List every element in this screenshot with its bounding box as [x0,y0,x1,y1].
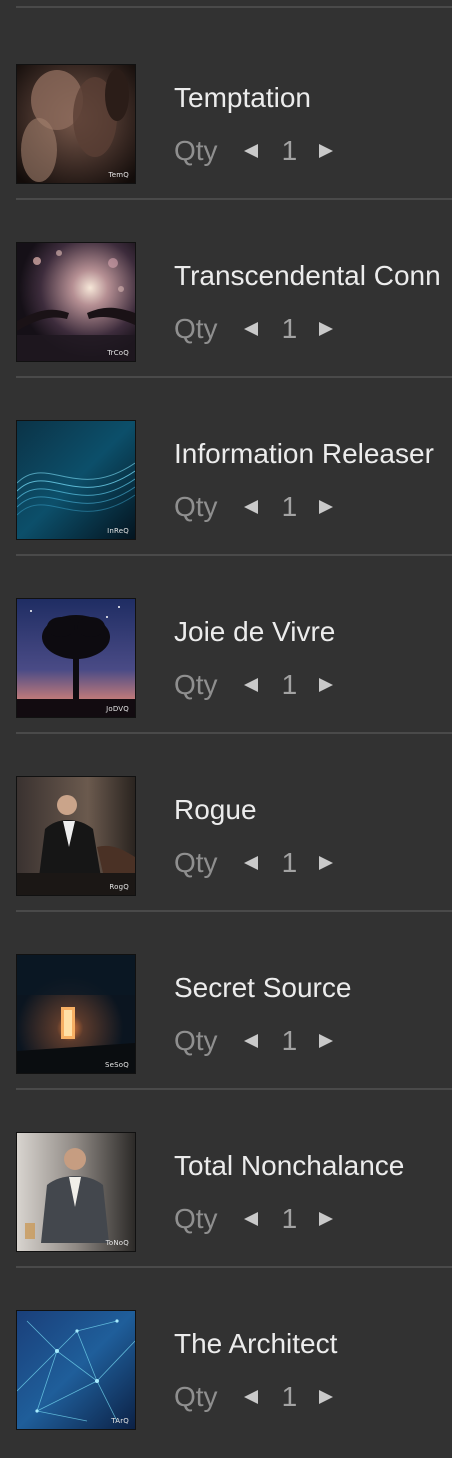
cart-item: TemQ Temptation Qty 1 [0,22,452,200]
qty-value: 1 [281,135,298,166]
product-code: ToNoQ [105,1239,129,1247]
quantity-stepper: Qty 1 [174,1024,334,1058]
product-thumbnail[interactable]: TrCoQ [16,242,136,362]
decrease-qty-icon[interactable] [243,856,258,870]
qty-value: 1 [281,1025,298,1056]
increase-qty-icon[interactable] [319,1034,334,1048]
qty-label: Qty [174,847,218,878]
qty-label: Qty [174,491,218,522]
product-title: Transcendental Conn [174,260,441,291]
decrease-qty-icon[interactable] [243,678,258,692]
product-thumbnail[interactable]: SeSoQ [16,954,136,1074]
product-thumbnail[interactable]: TemQ [16,64,136,184]
qty-value: 1 [281,669,298,700]
qty-value: 1 [281,847,298,878]
product-code: TArQ [111,1417,129,1425]
product-code: TrCoQ [107,349,129,357]
qty-value: 1 [281,1203,298,1234]
cart-item: TArQ The Architect Qty 1 [0,1268,452,1446]
qty-label: Qty [174,135,218,166]
product-thumbnail[interactable]: ToNoQ [16,1132,136,1252]
increase-qty-icon[interactable] [319,856,334,870]
product-title: Information Releaser [174,438,434,469]
product-thumbnail[interactable]: RogQ [16,776,136,896]
qty-label: Qty [174,1203,218,1234]
product-code: InReQ [107,527,129,535]
product-title: Total Nonchalance [174,1150,405,1181]
cart-item: InReQ Information Releaser Qty 1 [0,378,452,556]
cart-item: RogQ Rogue Qty 1 [0,734,452,912]
tree-night-sky-icon [17,599,135,717]
decrease-qty-icon[interactable] [243,1212,258,1226]
divider [16,6,452,8]
qty-value: 1 [281,491,298,522]
qty-label: Qty [174,313,218,344]
quantity-stepper: Qty 1 [174,312,334,346]
hands-light-icon [17,243,135,361]
product-title: The Architect [174,1328,338,1359]
cart-list: TemQ Temptation Qty 1 TrCoQ Transcendent… [0,0,452,1458]
product-title: Joie de Vivre [174,616,336,647]
product-code: RogQ [109,883,129,891]
decrease-qty-icon[interactable] [243,144,258,158]
product-title: Secret Source [174,972,352,1003]
network-grid-icon [17,1311,135,1429]
product-thumbnail[interactable]: TArQ [16,1310,136,1430]
product-code: TemQ [108,171,129,179]
product-code: SeSoQ [105,1061,129,1069]
product-title: Rogue [174,794,257,825]
product-thumbnail[interactable]: JoDVQ [16,598,136,718]
qty-label: Qty [174,1025,218,1056]
qty-value: 1 [281,1381,298,1412]
decrease-qty-icon[interactable] [243,1034,258,1048]
decrease-qty-icon[interactable] [243,500,258,514]
cart-item: JoDVQ Joie de Vivre Qty 1 [0,556,452,734]
glowing-doorway-icon [17,955,135,1073]
product-thumbnail[interactable]: InReQ [16,420,136,540]
product-code: JoDVQ [106,705,129,713]
increase-qty-icon[interactable] [319,322,334,336]
man-in-suit-icon [17,777,135,895]
digital-wave-icon [17,421,135,539]
quantity-stepper: Qty 1 [174,668,334,702]
cart-item: ToNoQ Total Nonchalance Qty 1 [0,1090,452,1268]
qty-label: Qty [174,669,218,700]
cart-item: TrCoQ Transcendental Conn Qty 1 [0,200,452,378]
increase-qty-icon[interactable] [319,1390,334,1404]
man-seated-icon [17,1133,135,1251]
product-title: Temptation [174,82,311,113]
increase-qty-icon[interactable] [319,500,334,514]
quantity-stepper: Qty 1 [174,134,334,168]
quantity-stepper: Qty 1 [174,490,334,524]
decrease-qty-icon[interactable] [243,322,258,336]
cart-item: SeSoQ Secret Source Qty 1 [0,912,452,1090]
qty-label: Qty [174,1381,218,1412]
decrease-qty-icon[interactable] [243,1390,258,1404]
qty-value: 1 [281,313,298,344]
quantity-stepper: Qty 1 [174,1202,334,1236]
increase-qty-icon[interactable] [319,1212,334,1226]
increase-qty-icon[interactable] [319,678,334,692]
couple-embrace-icon [17,65,135,183]
quantity-stepper: Qty 1 [174,1380,334,1414]
quantity-stepper: Qty 1 [174,846,334,880]
increase-qty-icon[interactable] [319,144,334,158]
